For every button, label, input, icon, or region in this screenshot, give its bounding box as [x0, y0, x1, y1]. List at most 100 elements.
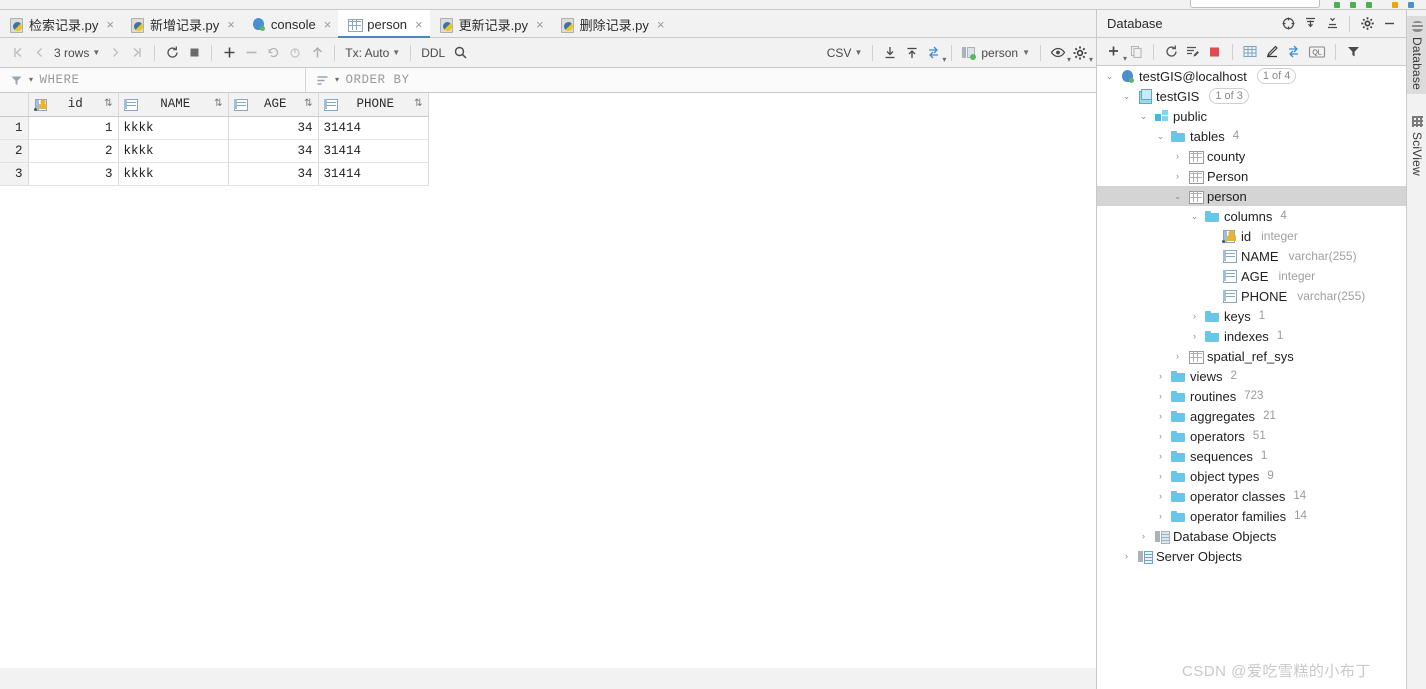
run-icon[interactable] [1334, 2, 1340, 8]
cell-id[interactable]: 1 [28, 116, 119, 140]
tree-node-testgis-localhost[interactable]: ⌄ testGIS@localhost 1 of 4 [1097, 66, 1406, 86]
sync-icon[interactable] [1182, 41, 1204, 63]
eye-icon[interactable]: ▾ [1047, 42, 1071, 64]
stop-button[interactable] [183, 42, 205, 64]
tree-node-person[interactable]: ⌄ person [1097, 186, 1406, 206]
add-row-button[interactable] [218, 42, 240, 64]
cell-age[interactable]: 34 [228, 162, 319, 186]
expand-arrow-icon[interactable]: › [1188, 331, 1201, 341]
tree-node-database-objects[interactable]: › Database Objects [1097, 526, 1406, 546]
cell-name[interactable]: kkkk [118, 139, 229, 163]
debug-icon[interactable] [1350, 2, 1356, 8]
editor-tab-console[interactable]: console × [242, 10, 338, 38]
cell-age[interactable]: 34 [228, 139, 319, 163]
import-data-icon[interactable] [879, 42, 901, 64]
tree-node-person[interactable]: › Person [1097, 166, 1406, 186]
revert-selected-button[interactable] [284, 42, 306, 64]
expand-arrow-icon[interactable]: ⌄ [1120, 91, 1133, 102]
jump-to-source-icon[interactable] [1277, 13, 1299, 35]
editor-tab--py[interactable]: 检索记录.py × [0, 10, 121, 38]
tree-node-spatial_ref_sys[interactable]: › spatial_ref_sys [1097, 346, 1406, 366]
expand-arrow-icon[interactable]: › [1171, 151, 1184, 161]
ddl-button[interactable]: DDL [417, 46, 449, 60]
expand-arrow-icon[interactable]: › [1154, 491, 1167, 501]
editor-tab--py[interactable]: 更新记录.py × [430, 10, 551, 38]
tree-node-operator-classes[interactable]: › operator classes 14 [1097, 486, 1406, 506]
filter-icon[interactable] [1342, 41, 1364, 63]
copy-icon[interactable] [1125, 41, 1147, 63]
table-row[interactable]: 1 1 kkkk 34 31414 [0, 116, 429, 140]
close-icon[interactable]: × [106, 18, 114, 31]
expand-arrow-icon[interactable]: › [1154, 391, 1167, 401]
cell-phone[interactable]: 31414 [318, 139, 429, 163]
column-header-phone[interactable]: PHONE ⇅ [318, 93, 429, 117]
tree-node-phone[interactable]: PHONE varchar(255) [1097, 286, 1406, 306]
jump-to-console-icon[interactable] [1283, 41, 1305, 63]
expand-arrow-icon[interactable]: › [1154, 451, 1167, 461]
table-row[interactable]: 2 2 kkkk 34 31414 [0, 139, 429, 163]
cell-phone[interactable]: 31414 [318, 162, 429, 186]
expand-arrow-icon[interactable]: › [1171, 171, 1184, 181]
previous-page-button[interactable] [28, 42, 50, 64]
gear-icon[interactable]: ▾ [1069, 42, 1093, 64]
tree-node-indexes[interactable]: › indexes 1 [1097, 326, 1406, 346]
expand-arrow-icon[interactable]: › [1154, 431, 1167, 441]
search-icon[interactable] [449, 42, 471, 64]
editor-tab--py[interactable]: 新增记录.py × [121, 10, 242, 38]
cell-age[interactable]: 34 [228, 116, 319, 140]
compare-data-icon[interactable]: ▾ [923, 42, 946, 64]
cell-name[interactable]: kkkk [118, 116, 229, 140]
hide-panel-icon[interactable] [1378, 13, 1400, 35]
tree-node-tables[interactable]: ⌄ tables 4 [1097, 126, 1406, 146]
tree-node-name[interactable]: NAME varchar(255) [1097, 246, 1406, 266]
sort-toggle-icon[interactable]: ⇅ [414, 98, 422, 110]
editor-tab--py[interactable]: 删除记录.py × [551, 10, 672, 38]
expand-arrow-icon[interactable]: ⌄ [1137, 111, 1150, 122]
reload-page-button[interactable] [161, 42, 183, 64]
expand-arrow-icon[interactable]: › [1188, 311, 1201, 321]
close-icon[interactable]: × [227, 18, 235, 31]
tree-node-sequences[interactable]: › sequences 1 [1097, 446, 1406, 466]
table-editor-icon[interactable] [1239, 41, 1261, 63]
notifications-icon[interactable] [1392, 2, 1398, 8]
modify-icon[interactable] [1261, 41, 1283, 63]
transaction-mode-selector[interactable]: Tx: Auto ▼ [341, 46, 404, 60]
expand-all-icon[interactable] [1299, 13, 1321, 35]
tree-node-id[interactable]: id integer [1097, 226, 1406, 246]
editor-tab-person[interactable]: person × [338, 10, 430, 38]
tree-node-aggregates[interactable]: › aggregates 21 [1097, 406, 1406, 426]
column-header-age[interactable]: AGE ⇅ [228, 93, 319, 117]
session-selector[interactable]: person ▼ [958, 46, 1034, 60]
revert-changes-button[interactable] [262, 42, 284, 64]
expand-arrow-icon[interactable]: › [1154, 371, 1167, 381]
row-count-selector[interactable]: 3 rows ▼ [50, 46, 104, 60]
expand-arrow-icon[interactable]: › [1137, 531, 1150, 541]
tree-node-age[interactable]: AGE integer [1097, 266, 1406, 286]
coverage-icon[interactable] [1366, 2, 1372, 8]
tree-node-columns[interactable]: ⌄ columns 4 [1097, 206, 1406, 226]
tool-window-tab-sciview[interactable]: SciView [1407, 111, 1426, 180]
tree-node-keys[interactable]: › keys 1 [1097, 306, 1406, 326]
expand-arrow-icon[interactable]: › [1154, 471, 1167, 481]
close-icon[interactable]: × [324, 18, 332, 31]
expand-arrow-icon[interactable]: › [1171, 351, 1184, 361]
expand-arrow-icon[interactable]: ⌄ [1171, 191, 1184, 202]
first-page-button[interactable] [6, 42, 28, 64]
tree-node-badge[interactable]: 1 of 3 [1209, 88, 1249, 104]
tree-node-operator-families[interactable]: › operator families 14 [1097, 506, 1406, 526]
output-format-selector[interactable]: CSV ▼ [823, 46, 867, 60]
sort-toggle-icon[interactable]: ⇅ [214, 98, 222, 110]
run-configuration-selector[interactable] [1190, 0, 1320, 8]
cell-id[interactable]: 3 [28, 162, 119, 186]
close-icon[interactable]: × [415, 18, 423, 31]
close-icon[interactable]: × [657, 18, 665, 31]
sort-toggle-icon[interactable]: ⇅ [304, 98, 312, 110]
expand-arrow-icon[interactable]: ⌄ [1103, 71, 1116, 82]
stop-icon[interactable] [1204, 41, 1226, 63]
query-console-icon[interactable]: QL [1305, 41, 1329, 63]
expand-arrow-icon[interactable]: ⌄ [1188, 211, 1201, 222]
expand-arrow-icon[interactable]: › [1154, 411, 1167, 421]
expand-arrow-icon[interactable]: › [1154, 511, 1167, 521]
last-page-button[interactable] [126, 42, 148, 64]
expand-arrow-icon[interactable]: ⌄ [1154, 131, 1167, 142]
